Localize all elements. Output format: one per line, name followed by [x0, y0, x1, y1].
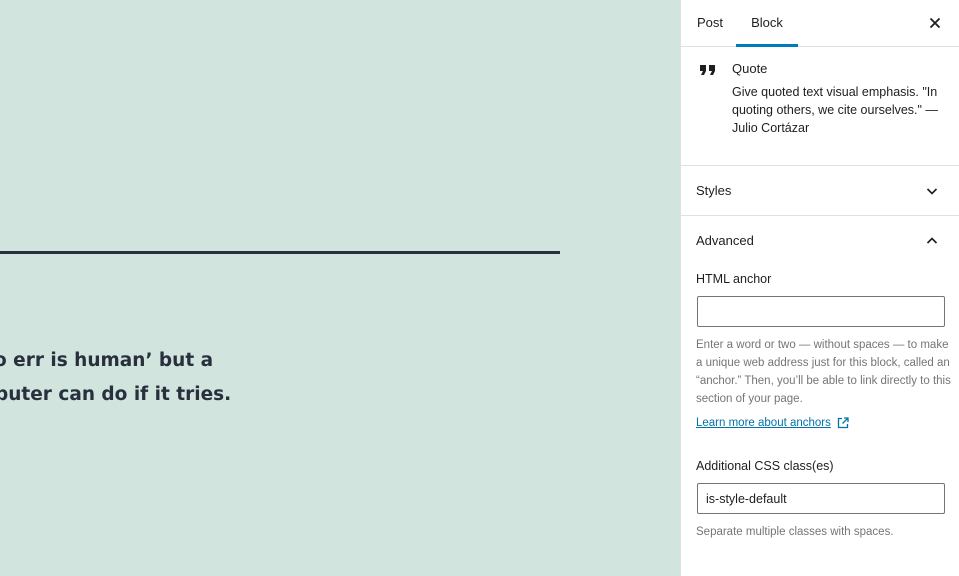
panel-title: Advanced — [696, 233, 754, 248]
tab-post[interactable]: Post — [681, 0, 739, 46]
learn-more-anchors-link[interactable]: Learn more about anchors — [696, 416, 850, 430]
close-sidebar-button[interactable] — [925, 13, 945, 33]
html-anchor-label: HTML anchor — [696, 272, 772, 286]
quote-icon — [700, 65, 715, 75]
panel-advanced-toggle[interactable]: Advanced — [681, 216, 959, 265]
panel-advanced: Advanced HTML anchor Enter a word or two… — [681, 216, 959, 538]
html-anchor-input[interactable] — [697, 296, 945, 327]
block-title: Quote — [732, 61, 768, 76]
editor-canvas: o err is human’ but a puter can do if it… — [0, 0, 680, 576]
block-card: Quote Give quoted text visual emphasis. … — [681, 47, 959, 166]
chevron-up-icon — [926, 237, 938, 244]
css-classes-help: Separate multiple classes with spaces. — [696, 526, 894, 538]
separator-block[interactable] — [0, 251, 560, 254]
chevron-down-icon — [926, 188, 938, 195]
quote-text-line[interactable]: o err is human’ but a — [0, 350, 213, 371]
close-icon — [929, 17, 941, 29]
tab-block[interactable]: Block — [736, 0, 798, 47]
panel-styles-toggle[interactable]: Styles — [681, 166, 959, 215]
block-description: Give quoted text visual emphasis. "In qu… — [732, 85, 938, 135]
external-link-icon — [837, 417, 849, 429]
editor-root: o err is human’ but a puter can do if it… — [0, 0, 959, 576]
html-anchor-help: Enter a word or two — without spaces — t… — [696, 339, 951, 405]
css-classes-label: Additional CSS class(es) — [696, 459, 834, 473]
link-label: Learn more about anchors — [696, 417, 831, 429]
panel-title: Styles — [696, 183, 732, 198]
panel-styles: Styles — [681, 166, 959, 216]
quote-text-line[interactable]: puter can do if it tries. — [0, 384, 231, 405]
settings-sidebar: Post Block Quote Give quoted text visual… — [680, 0, 959, 576]
sidebar-tabs: Post Block — [681, 0, 959, 47]
css-classes-input[interactable] — [697, 483, 945, 514]
